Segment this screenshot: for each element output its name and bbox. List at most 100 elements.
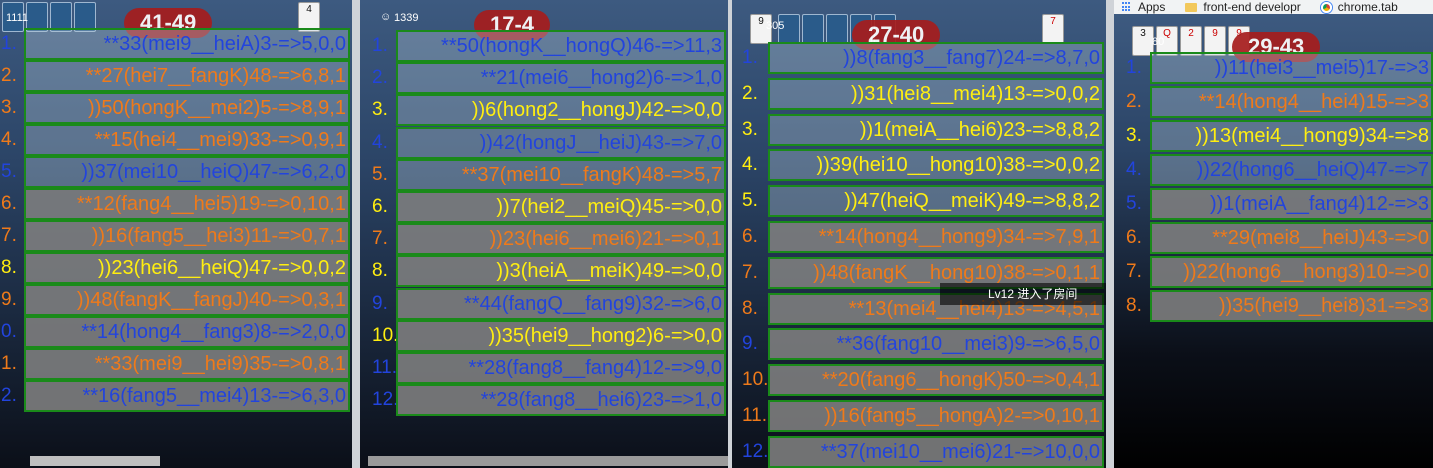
move-number: 12.: [372, 389, 399, 410]
scrollbar-thumb[interactable]: [368, 456, 728, 466]
move-number: 5.: [742, 190, 758, 211]
move-number: 12.: [742, 441, 769, 462]
move-number: 8.: [1126, 295, 1142, 316]
move-number: 6.: [1, 193, 17, 214]
move-number: 3.: [742, 119, 758, 140]
move-number: 6.: [372, 196, 388, 217]
chrome-icon: [1320, 1, 1332, 13]
move-row: ))1(meiA__hei6)23-=>8,8,2: [768, 114, 1104, 146]
move-number: 4.: [1126, 159, 1142, 180]
move-row: ))8(fang3__fang7)24-=>8,7,0: [768, 42, 1104, 74]
move-row: ))3(heiA__meiK)49-=>0,0: [396, 255, 726, 287]
hand-card: [802, 14, 824, 44]
move-row: **21(mei6__hong2)6-=>1,0: [396, 62, 726, 94]
move-number: 5.: [372, 164, 388, 185]
hand-card: 7: [1042, 14, 1064, 44]
move-number: 1.: [372, 35, 388, 56]
move-number: 7.: [1, 225, 17, 246]
move-row: ))22(hong6__hong3)10-=>0: [1150, 256, 1433, 288]
move-number: 9.: [372, 293, 388, 314]
move-row: ))35(hei9__hong2)6-=>0,0: [396, 320, 726, 352]
move-row: **12(fang4__hei5)19-=>0,10,1: [24, 188, 350, 220]
move-row: ))23(hei6__heiQ)47-=>0,0,2: [24, 252, 350, 284]
move-row: **50(hongK__hongQ)46-=>11,3: [396, 30, 726, 62]
move-number: 9.: [742, 333, 758, 354]
move-number: 5.: [1, 161, 17, 182]
move-row: **15(hei4__mei9)33-=>0,9,1: [24, 124, 350, 156]
player-id: 1111: [6, 12, 29, 24]
game-panel-1: 4 1111 41-49 1. **33(mei9__heiA)3-=>5,0,0…: [0, 0, 352, 468]
apps-grid-icon: [1122, 2, 1132, 12]
folder-icon: [1185, 2, 1198, 12]
move-row: ))1(meiA__fang4)12-=>3: [1150, 188, 1433, 220]
move-row: ))35(hei9__hei8)31-=>3: [1150, 290, 1433, 322]
move-number: 4.: [1, 129, 17, 150]
move-row: ))37(mei10__heiQ)47-=>6,2,0: [24, 156, 350, 188]
move-row: **29(mei8__heiJ)43-=>0: [1150, 222, 1433, 254]
move-row: ))23(hei6__mei6)21-=>0,1: [396, 223, 726, 255]
move-number: 7.: [372, 228, 388, 249]
game-panel-3: 9 7 305 27-40 1.))8(fang3__fang7)24-=>8,…: [732, 0, 1106, 468]
move-number: 11.: [742, 405, 768, 426]
hand-card: [826, 14, 848, 44]
panel-divider: [1106, 0, 1114, 468]
move-number: 7.: [742, 262, 758, 283]
move-number: 9.: [1, 289, 17, 310]
move-row: **14(hong4__fang3)8-=>2,0,0: [24, 316, 350, 348]
move-row: **20(fang6__hongK)50-=>0,4,1: [768, 364, 1104, 396]
bookmark-front-end[interactable]: front-end developr: [1171, 0, 1301, 14]
move-number: 4.: [742, 154, 758, 175]
move-number: 2.: [742, 83, 758, 104]
bookmark-label: Apps: [1138, 0, 1166, 14]
panel-divider: [352, 0, 360, 468]
move-number: 1.: [1, 353, 17, 374]
scrollbar-thumb[interactable]: [30, 456, 160, 466]
player-id: 1339: [394, 12, 419, 24]
move-row: ))16(fang5__hongA)2-=>0,10,1: [768, 400, 1104, 432]
move-row: ))50(hongK__mei2)5-=>8,9,1: [24, 92, 350, 124]
move-row: **28(fang8__fang4)12-=>9,0: [396, 352, 726, 384]
move-number: 6.: [742, 226, 758, 247]
move-number: 3.: [372, 99, 388, 120]
bookmark-bar: Apps front-end developr chrome.tab: [1114, 0, 1433, 14]
move-number: 1.: [1, 33, 17, 54]
move-row: ))48(fangK__fangJ)40-=>0,3,1: [24, 284, 350, 316]
move-row: **33(mei9__hei9)35-=>0,8,1: [24, 348, 350, 380]
move-row: **36(fang10__mei3)9-=>6,5,0: [768, 328, 1104, 360]
move-row: **28(fang8__hei6)23-=>1,0: [396, 384, 726, 416]
move-number: 8.: [372, 260, 388, 281]
move-row: ))6(hong2__hongJ)42-=>0,0: [396, 94, 726, 126]
move-number: 2.: [372, 67, 388, 88]
move-number: 8.: [1, 257, 17, 278]
move-row: ))16(fang5__hei3)11-=>0,7,1: [24, 220, 350, 252]
move-row: ))47(heiQ__meiK)49-=>8,8,2: [768, 185, 1104, 217]
move-number: 11.: [372, 357, 398, 378]
move-number: 6.: [1126, 227, 1142, 248]
bookmark-apps[interactable]: Apps: [1114, 0, 1165, 14]
move-number: 5.: [1126, 193, 1142, 214]
room-join-notification: Lv12 进入了房间: [940, 283, 1110, 305]
move-row: ))13(mei4__hong9)34-=>8: [1150, 120, 1433, 152]
move-row: ))22(hong6__heiQ)47-=>7: [1150, 154, 1433, 186]
move-number: 1.: [1126, 57, 1142, 78]
move-number: 3.: [1, 97, 17, 118]
move-number: 0.: [1, 321, 17, 342]
move-row: **14(hong4__hei4)15-=>3: [1150, 86, 1433, 118]
move-row: ))42(hongJ__heiJ)43-=>7,0: [396, 127, 726, 159]
avatar-icon: ☺: [380, 11, 392, 23]
move-row: **37(mei10__mei6)21-=>10,0,0: [768, 436, 1104, 468]
move-number: 7.: [1126, 261, 1142, 282]
move-number: 1.: [742, 47, 758, 68]
game-panel-4: 3 Q 2 9 9 80 29-43 1.))11(hei3__mei5)17-…: [1114, 14, 1433, 468]
move-row: **37(mei10__fangK)48-=>5,7: [396, 159, 726, 191]
move-number: 4.: [372, 132, 388, 153]
move-number: 10.: [372, 325, 399, 346]
move-row: ))31(hei8__mei4)13-=>0,0,2: [768, 78, 1104, 110]
move-number: 10.: [742, 369, 769, 390]
move-number: 2.: [1126, 91, 1142, 112]
bookmark-label: chrome.tab: [1337, 0, 1398, 14]
bookmark-chrome-tab[interactable]: chrome.tab: [1307, 0, 1398, 14]
move-row: **16(fang5__mei4)13-=>6,3,0: [24, 380, 350, 412]
player-id: 80: [1152, 36, 1165, 48]
move-row: ))11(hei3__mei5)17-=>3: [1150, 52, 1433, 84]
